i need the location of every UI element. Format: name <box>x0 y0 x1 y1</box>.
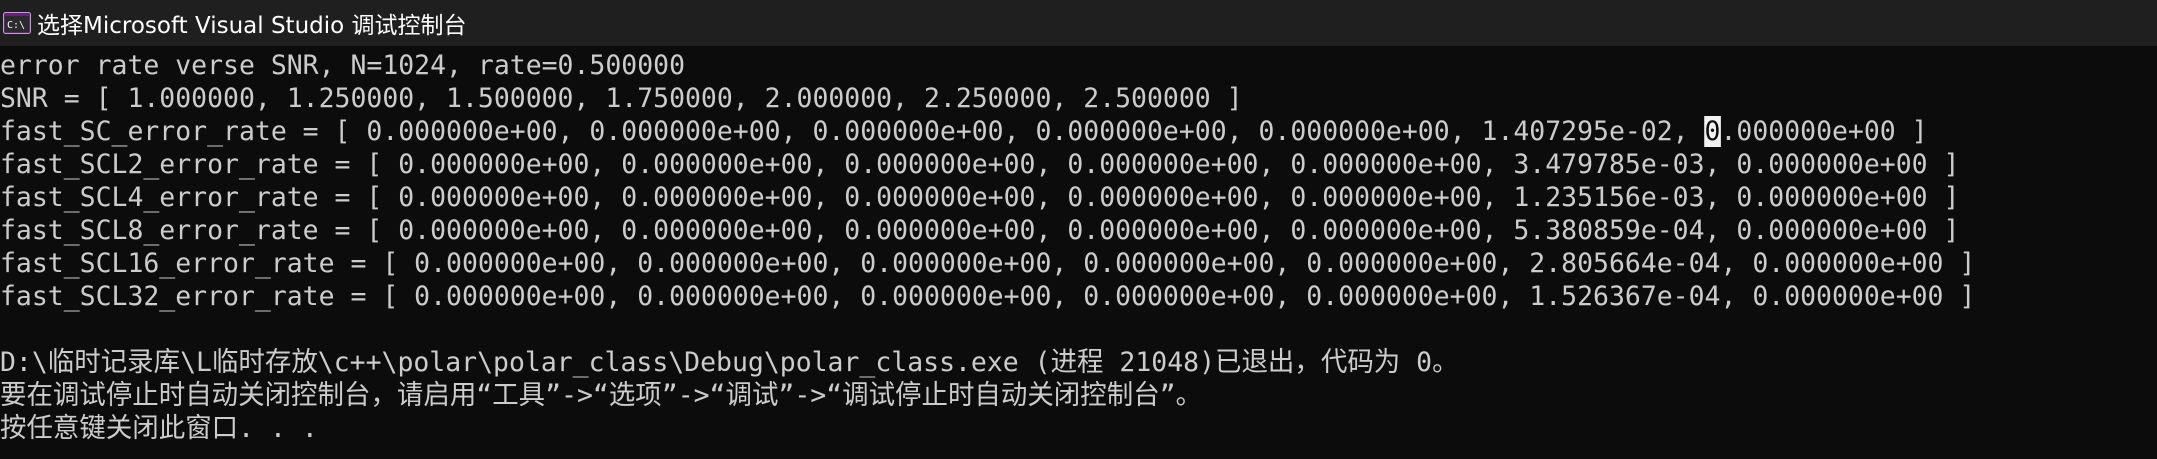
console-line-text: fast_SC_error_rate = [ 0.000000e+00, 0.0… <box>0 116 1705 147</box>
svg-text:C:\: C:\ <box>7 20 25 31</box>
title-bar[interactable]: C:\ 选择Microsoft Visual Studio 调试控制台 <box>0 0 2157 46</box>
console-app-icon: C:\ <box>3 12 31 34</box>
console-line: fast_SCL32_error_rate = [ 0.000000e+00, … <box>0 281 1976 312</box>
console-line-text: .000000e+00 ] <box>1720 116 1928 147</box>
console-line: fast_SCL4_error_rate = [ 0.000000e+00, 0… <box>0 182 1960 213</box>
console-line: fast_SCL8_error_rate = [ 0.000000e+00, 0… <box>0 215 1960 246</box>
console-line: SNR = [ 1.000000, 1.250000, 1.500000, 1.… <box>0 83 1243 114</box>
window-title: 选择Microsoft Visual Studio 调试控制台 <box>37 13 467 39</box>
console-line: fast_SCL2_error_rate = [ 0.000000e+00, 0… <box>0 149 1960 180</box>
console-output[interactable]: error rate verse SNR, N=1024, rate=0.500… <box>0 46 2157 459</box>
console-window: C:\ 选择Microsoft Visual Studio 调试控制台 erro… <box>0 0 2157 459</box>
console-line-selected: fast_SC_error_rate = [ 0.000000e+00, 0.0… <box>0 115 1928 148</box>
text-selection[interactable]: 0 <box>1704 116 1721 147</box>
console-line: fast_SCL16_error_rate = [ 0.000000e+00, … <box>0 248 1976 279</box>
console-line: 按任意键关闭此窗口. . . <box>0 413 318 444</box>
console-line: 要在调试停止时自动关闭控制台，请启用“工具”->“选项”->“调试”->“调试停… <box>0 380 1203 411</box>
console-line: error rate verse SNR, N=1024, rate=0.500… <box>0 50 686 81</box>
console-line: D:\临时记录库\L临时存放\c++\polar\polar_class\Deb… <box>0 347 1459 378</box>
